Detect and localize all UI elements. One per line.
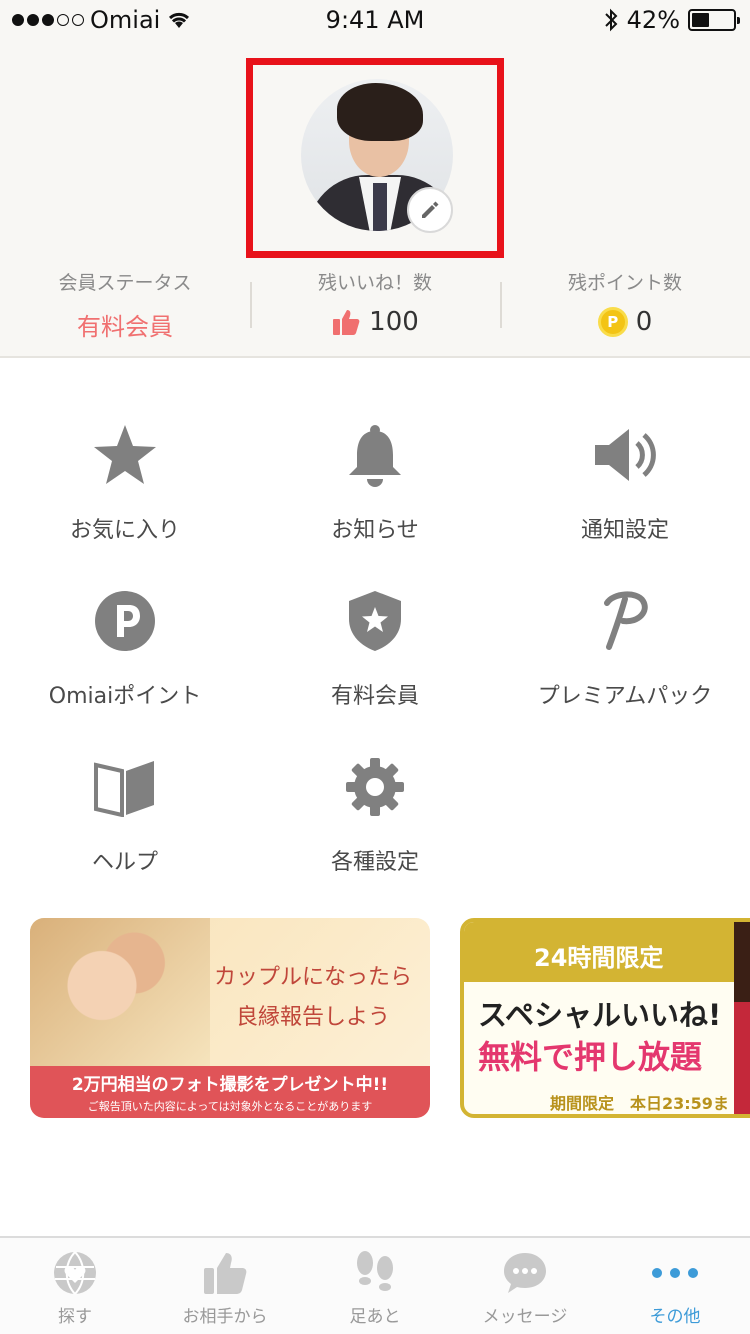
menu-label: プレミアムパック: [537, 684, 713, 709]
book-icon: [94, 761, 154, 817]
menu-item-premium-pack[interactable]: プレミアムパック: [500, 584, 750, 734]
menu-item-paid-membership[interactable]: 有料会員: [250, 584, 500, 734]
premium-p-icon: [604, 591, 648, 650]
tab-bar: 探す お相手から 足あと メッセージ その他: [0, 1236, 750, 1334]
remaining-points-value: 0: [635, 307, 653, 337]
pencil-icon: [422, 201, 439, 218]
tab-from-partner[interactable]: お相手から: [150, 1238, 300, 1334]
tab-label: 探す: [58, 1307, 92, 1327]
banner-tag: 24時間限定: [464, 922, 750, 982]
battery-info: 42%: [603, 6, 740, 34]
gear-icon: [346, 758, 404, 816]
star-icon: [94, 425, 156, 484]
footprints-icon: [357, 1251, 393, 1291]
menu-label: Omiaiポイント: [48, 684, 202, 709]
thumbs-up-icon: [333, 310, 360, 335]
tab-label: その他: [649, 1307, 701, 1327]
banner-title: スペシャルいいね!: [478, 998, 722, 1032]
member-status-value: 有料会員: [77, 313, 173, 341]
edit-profile-button[interactable]: [407, 187, 453, 233]
stat-label: 会員ステータス: [58, 272, 192, 294]
more-dots-icon: [652, 1268, 698, 1278]
banner-headline: カップルになったら 良縁報告しよう: [213, 965, 412, 1030]
status-bar: Omiai 9:41 AM 42%: [0, 0, 750, 40]
menu-item-notices[interactable]: お知らせ: [250, 418, 500, 568]
tab-footprints[interactable]: 足あと: [300, 1238, 450, 1334]
tab-label: メッセージ: [482, 1307, 568, 1327]
tab-messages[interactable]: メッセージ: [450, 1238, 600, 1334]
avatar-highlight-box: [246, 58, 504, 258]
stats-row: 会員ステータス 有料会員 残いいね！数 100 残ポイント数 P 0: [0, 268, 750, 348]
menu-label: 通知設定: [580, 518, 669, 543]
menu-label: 有料会員: [330, 684, 419, 709]
coin-icon: P: [597, 307, 628, 337]
menu-label: 各種設定: [330, 850, 419, 875]
bluetooth-icon: [604, 8, 618, 32]
point-icon: [95, 591, 155, 651]
menu-item-notification-settings[interactable]: 通知設定: [500, 418, 750, 568]
stat-label: 残いいね！数: [317, 272, 432, 294]
couple-report-banner[interactable]: カップルになったら 良縁報告しよう 2万円相当のフォト撮影をプレゼント中!! ご…: [30, 918, 430, 1118]
bell-icon: [349, 425, 401, 487]
remaining-likes-value: 100: [369, 307, 419, 337]
menu-label: お気に入り: [69, 518, 180, 543]
remaining-points-stat[interactable]: 残ポイント数 P 0: [500, 268, 750, 348]
banner-strip: 2万円相当のフォト撮影をプレゼント中!! ご報告頂いた内容によっては対象外となる…: [30, 1066, 430, 1118]
thumbs-up-icon: [204, 1253, 247, 1294]
banner-footer: 期間限定 本日23:59ま: [550, 1094, 729, 1113]
couple-photo: [30, 918, 210, 1068]
menu-item-omiai-points[interactable]: Omiaiポイント: [0, 584, 250, 734]
menu-item-favorites[interactable]: お気に入り: [0, 418, 250, 568]
battery-percent: 42%: [626, 6, 680, 34]
chat-bubble-icon: [504, 1253, 546, 1293]
menu-item-help[interactable]: ヘルプ: [0, 750, 250, 900]
profile-header: 会員ステータス 有料会員 残いいね！数 100 残ポイント数 P 0: [0, 40, 750, 358]
menu-label: お知らせ: [331, 518, 419, 543]
shield-star-icon: [349, 591, 401, 651]
tab-label: お相手から: [182, 1307, 268, 1327]
tab-search[interactable]: 探す: [0, 1238, 150, 1334]
banner-photo: [734, 922, 750, 1114]
member-status-stat[interactable]: 会員ステータス 有料会員: [0, 268, 250, 348]
menu-item-settings[interactable]: 各種設定: [250, 750, 500, 900]
speaker-icon: [595, 429, 656, 481]
banner-subtitle: 無料で押し放題: [478, 1038, 703, 1076]
remaining-likes-stat[interactable]: 残いいね！数 100: [250, 268, 500, 348]
menu-label: ヘルプ: [91, 850, 158, 875]
globe-heart-icon: [54, 1251, 96, 1295]
battery-icon: [688, 9, 740, 31]
tab-more[interactable]: その他: [600, 1238, 750, 1334]
tab-label: 足あと: [349, 1307, 401, 1327]
stat-label: 残ポイント数: [567, 272, 682, 294]
special-like-banner[interactable]: 24時間限定 スペシャルいいね! 無料で押し放題 期間限定 本日23:59ま: [460, 918, 750, 1118]
